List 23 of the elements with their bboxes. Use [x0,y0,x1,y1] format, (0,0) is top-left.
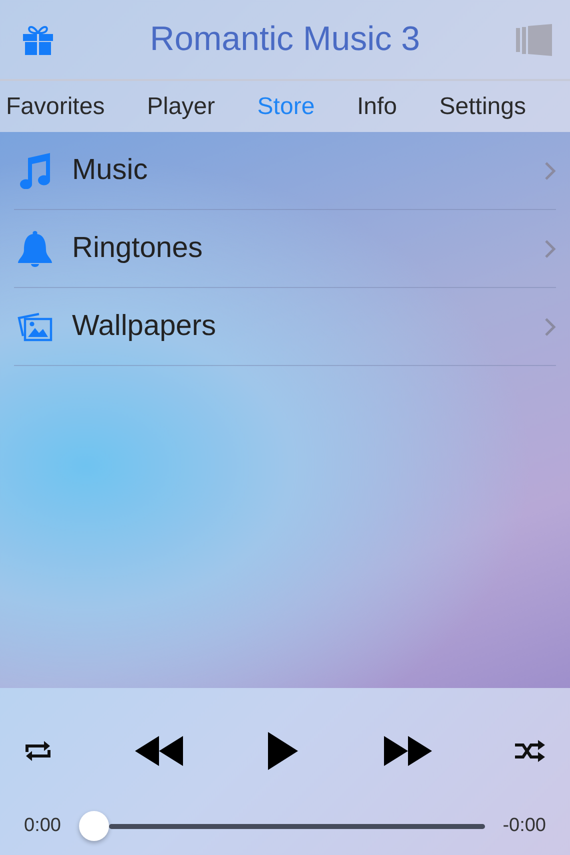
play-icon[interactable] [267,732,299,770]
nav-tab[interactable]: Info [356,92,397,120]
chevron-icon [544,160,556,180]
remaining-time: -0:00 [502,815,546,837]
chevron-icon [544,316,556,336]
shuffle-icon[interactable] [514,739,546,763]
nav-tab[interactable]: Favorites [6,92,105,120]
rewind-icon[interactable] [134,735,184,767]
slider-thumb[interactable] [78,811,109,841]
pictures-icon [17,312,53,342]
elapsed-time: 0:00 [24,815,61,837]
gift-icon[interactable] [22,24,54,54]
store-category[interactable]: Wallpapers [72,310,544,343]
store-category[interactable]: Ringtones [72,232,544,265]
repeat-icon[interactable] [24,739,52,763]
nav-tab[interactable]: Player [146,92,216,120]
fast-forward-icon[interactable] [382,735,432,767]
app-title: Romantic Music 3 [150,20,420,59]
store-category[interactable]: Music [72,154,544,187]
chevron-icon [544,238,556,258]
nav-tab[interactable]: Settings [439,92,526,120]
bell-icon [16,230,54,268]
music-note-icon [18,152,52,188]
